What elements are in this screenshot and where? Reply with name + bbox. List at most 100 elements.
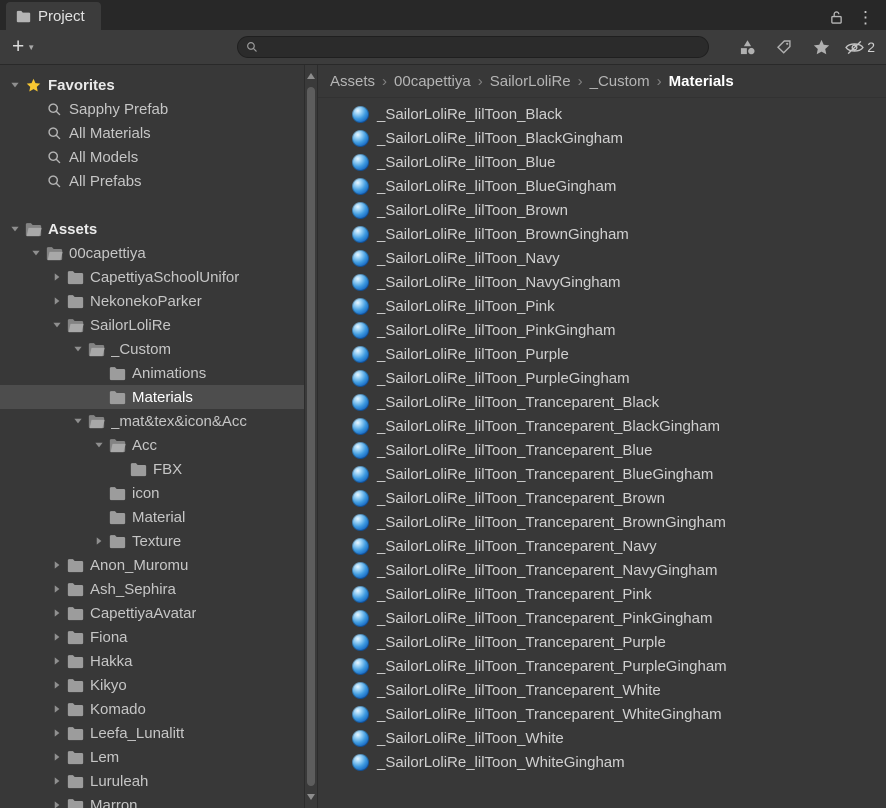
tree-item-material[interactable]: Material xyxy=(0,505,304,529)
collapse-arrow-icon[interactable] xyxy=(27,247,45,259)
tree-item-luruleah[interactable]: Luruleah xyxy=(0,769,304,793)
list-item[interactable]: _SailorLoliRe_lilToon_NavyGingham xyxy=(352,270,886,294)
tree-item-custom[interactable]: _Custom xyxy=(0,337,304,361)
list-item[interactable]: _SailorLoliRe_lilToon_Black xyxy=(352,102,886,126)
save-search-button[interactable] xyxy=(805,35,837,59)
breadcrumb-item-00capettiya[interactable]: 00capettiya xyxy=(394,73,471,90)
lock-icon[interactable] xyxy=(830,10,843,25)
list-item[interactable]: _SailorLoliRe_lilToon_BrownGingham xyxy=(352,222,886,246)
tree-item-leefa-lunalitt[interactable]: Leefa_Lunalitt xyxy=(0,721,304,745)
expand-arrow-icon[interactable] xyxy=(48,799,66,808)
list-item[interactable]: _SailorLoliRe_lilToon_BlueGingham xyxy=(352,174,886,198)
list-item[interactable]: _SailorLoliRe_lilToon_Tranceparent_Brown xyxy=(352,486,886,510)
list-item[interactable]: _SailorLoliRe_lilToon_Tranceparent_Blue xyxy=(352,438,886,462)
list-item[interactable]: _SailorLoliRe_lilToon_BlackGingham xyxy=(352,126,886,150)
breadcrumb-item-sailorlolire[interactable]: SailorLoliRe xyxy=(490,73,571,90)
list-item[interactable]: _SailorLoliRe_lilToon_Tranceparent_Pink xyxy=(352,582,886,606)
collapse-arrow-icon[interactable] xyxy=(48,319,66,331)
tab-project[interactable]: Project xyxy=(6,2,101,30)
breadcrumb-item-assets[interactable]: Assets xyxy=(330,73,375,90)
search-input[interactable] xyxy=(264,38,701,56)
list-item[interactable]: _SailorLoliRe_lilToon_Tranceparent_White… xyxy=(352,702,886,726)
list-item[interactable]: _SailorLoliRe_lilToon_Tranceparent_Black xyxy=(352,390,886,414)
expand-arrow-icon[interactable] xyxy=(48,583,66,595)
tree-item-marron[interactable]: Marron xyxy=(0,793,304,808)
list-item[interactable]: _SailorLoliRe_lilToon_Tranceparent_BlueG… xyxy=(352,462,886,486)
expand-arrow-icon[interactable] xyxy=(48,751,66,763)
expand-arrow-icon[interactable] xyxy=(48,559,66,571)
breadcrumb-item-custom[interactable]: _Custom xyxy=(590,73,650,90)
left-panel-scrollbar[interactable] xyxy=(304,65,318,808)
list-item[interactable]: _SailorLoliRe_lilToon_Tranceparent_Navy xyxy=(352,534,886,558)
tree-item-anon-muromu[interactable]: Anon_Muromu xyxy=(0,553,304,577)
folder-open-icon xyxy=(66,317,84,334)
expand-arrow-icon[interactable] xyxy=(48,679,66,691)
tree-item-kikyo[interactable]: Kikyo xyxy=(0,673,304,697)
tree-item-fbx[interactable]: FBX xyxy=(0,457,304,481)
tree-item-all-prefabs[interactable]: All Prefabs xyxy=(0,169,304,193)
create-asset-button[interactable]: + ▼ xyxy=(8,36,39,57)
tree-item-all-models[interactable]: All Models xyxy=(0,145,304,169)
collapse-arrow-icon[interactable] xyxy=(69,343,87,355)
tree-item-texture[interactable]: Texture xyxy=(0,529,304,553)
list-item[interactable]: _SailorLoliRe_lilToon_Purple xyxy=(352,342,886,366)
collapse-arrow-icon[interactable] xyxy=(6,223,24,235)
tree-item-capettiyaavatar[interactable]: CapettiyaAvatar xyxy=(0,601,304,625)
scroll-up-arrow[interactable] xyxy=(307,73,315,79)
list-item[interactable]: _SailorLoliRe_lilToon_Tranceparent_Black… xyxy=(352,414,886,438)
list-item[interactable]: _SailorLoliRe_lilToon_WhiteGingham xyxy=(352,750,886,774)
breadcrumb-item-materials[interactable]: Materials xyxy=(669,73,734,90)
list-item[interactable]: _SailorLoliRe_lilToon_Blue xyxy=(352,150,886,174)
scroll-down-arrow[interactable] xyxy=(307,794,315,800)
collapse-arrow-icon[interactable] xyxy=(6,79,24,91)
hidden-packages-toggle[interactable]: 2 xyxy=(842,35,878,59)
list-item[interactable]: _SailorLoliRe_lilToon_PinkGingham xyxy=(352,318,886,342)
kebab-menu-icon[interactable]: ⋮ xyxy=(855,9,876,26)
tree-item-sailorlolire[interactable]: SailorLoliRe xyxy=(0,313,304,337)
tree-item-acc[interactable]: Acc xyxy=(0,433,304,457)
tree-item-fiona[interactable]: Fiona xyxy=(0,625,304,649)
expand-arrow-icon[interactable] xyxy=(48,703,66,715)
list-item[interactable]: _SailorLoliRe_lilToon_White xyxy=(352,726,886,750)
expand-arrow-icon[interactable] xyxy=(48,775,66,787)
expand-arrow-icon[interactable] xyxy=(48,631,66,643)
tree-item-label: All Models xyxy=(69,148,139,166)
tree-item-lem[interactable]: Lem xyxy=(0,745,304,769)
list-item[interactable]: _SailorLoliRe_lilToon_Tranceparent_White xyxy=(352,678,886,702)
tree-item-komado[interactable]: Komado xyxy=(0,697,304,721)
tree-item-capettiyaschoolunifor[interactable]: CapettiyaSchoolUnifor xyxy=(0,265,304,289)
tree-item-sapphy-prefab[interactable]: Sapphy Prefab xyxy=(0,97,304,121)
search-by-label-button[interactable] xyxy=(768,35,800,59)
expand-arrow-icon[interactable] xyxy=(48,727,66,739)
tree-item-mat-tex-icon-acc[interactable]: _mat&tex&icon&Acc xyxy=(0,409,304,433)
tree-item-assets[interactable]: Assets xyxy=(0,217,304,241)
tree-item-ash-sephira[interactable]: Ash_Sephira xyxy=(0,577,304,601)
tree-item-nekonekoparker[interactable]: NekonekoParker xyxy=(0,289,304,313)
expand-arrow-icon[interactable] xyxy=(48,295,66,307)
list-item[interactable]: _SailorLoliRe_lilToon_Tranceparent_Brown… xyxy=(352,510,886,534)
tree-item-hakka[interactable]: Hakka xyxy=(0,649,304,673)
list-item[interactable]: _SailorLoliRe_lilToon_Navy xyxy=(352,246,886,270)
list-item[interactable]: _SailorLoliRe_lilToon_Tranceparent_Purpl… xyxy=(352,630,886,654)
tree-item-00capettiya[interactable]: 00capettiya xyxy=(0,241,304,265)
tree-item-icon[interactable]: icon xyxy=(0,481,304,505)
list-item[interactable]: _SailorLoliRe_lilToon_Tranceparent_PinkG… xyxy=(352,606,886,630)
expand-arrow-icon[interactable] xyxy=(48,271,66,283)
collapse-arrow-icon[interactable] xyxy=(69,415,87,427)
expand-arrow-icon[interactable] xyxy=(48,655,66,667)
search-field[interactable] xyxy=(237,36,710,58)
expand-arrow-icon[interactable] xyxy=(90,535,108,547)
list-item[interactable]: _SailorLoliRe_lilToon_PurpleGingham xyxy=(352,366,886,390)
tree-item-animations[interactable]: Animations xyxy=(0,361,304,385)
search-by-type-button[interactable] xyxy=(731,35,763,59)
tree-item-favorites[interactable]: Favorites xyxy=(0,73,304,97)
scrollbar-thumb[interactable] xyxy=(307,87,315,786)
tree-item-all-materials[interactable]: All Materials xyxy=(0,121,304,145)
list-item[interactable]: _SailorLoliRe_lilToon_Brown xyxy=(352,198,886,222)
collapse-arrow-icon[interactable] xyxy=(90,439,108,451)
list-item[interactable]: _SailorLoliRe_lilToon_Tranceparent_NavyG… xyxy=(352,558,886,582)
tree-item-materials[interactable]: Materials xyxy=(0,385,304,409)
expand-arrow-icon[interactable] xyxy=(48,607,66,619)
list-item[interactable]: _SailorLoliRe_lilToon_Tranceparent_Purpl… xyxy=(352,654,886,678)
list-item[interactable]: _SailorLoliRe_lilToon_Pink xyxy=(352,294,886,318)
